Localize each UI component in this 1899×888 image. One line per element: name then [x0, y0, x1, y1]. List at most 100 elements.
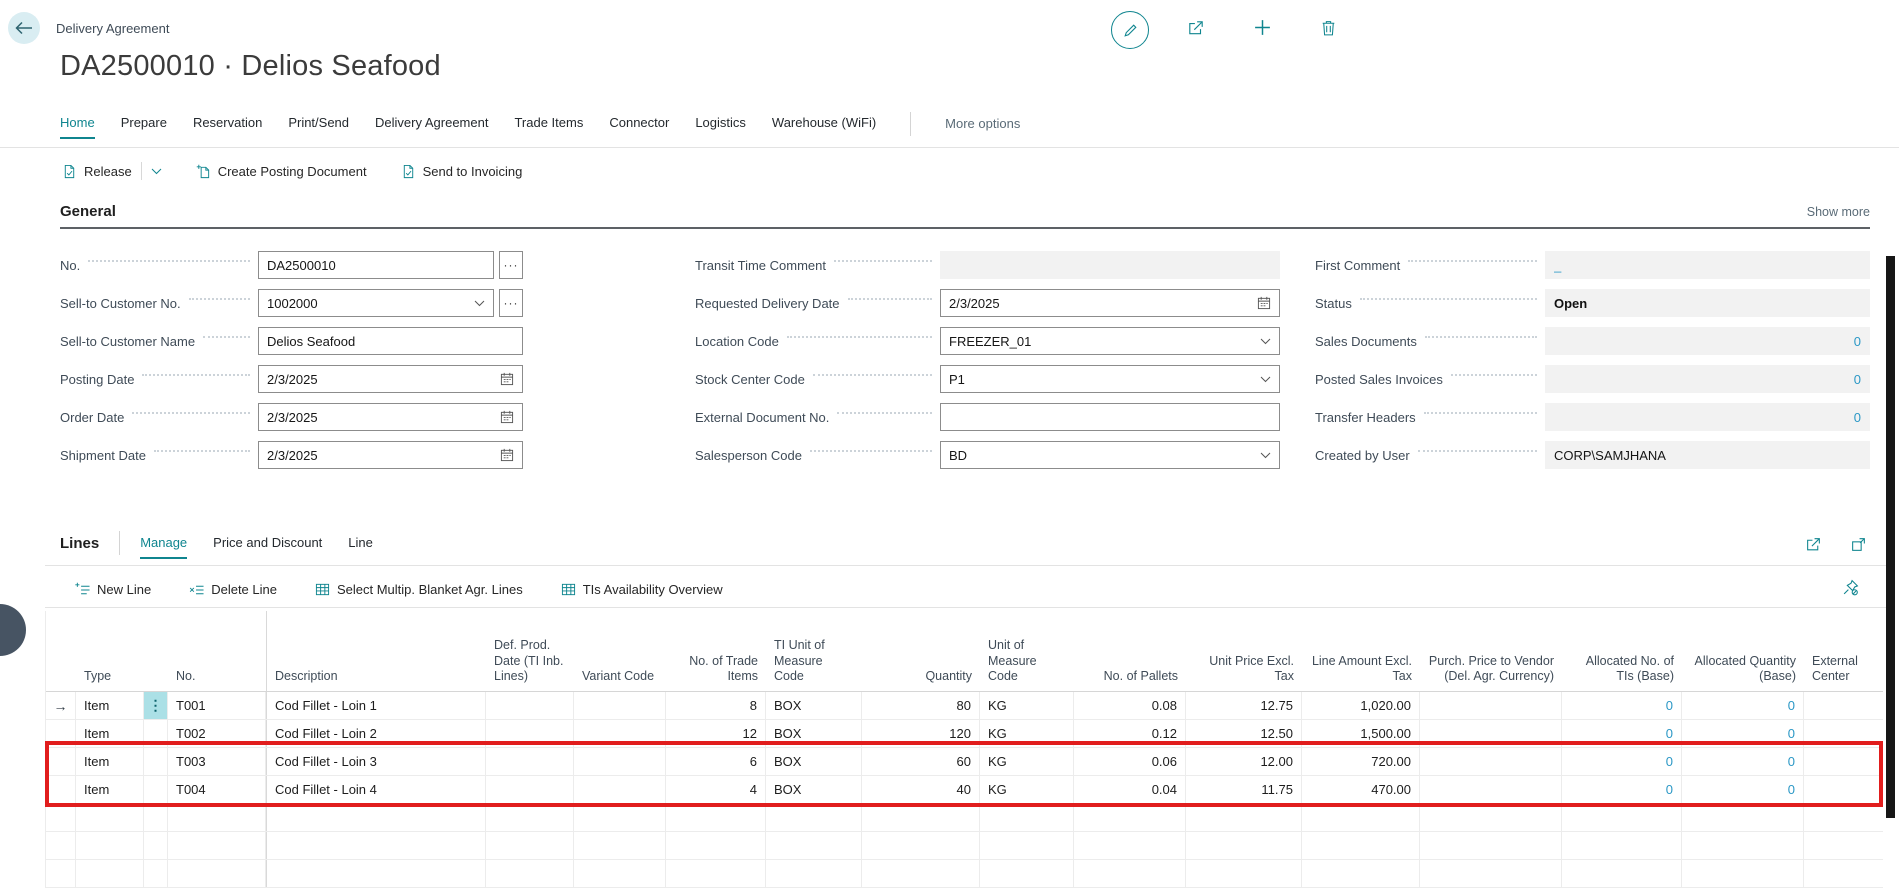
date-picker-button[interactable]: [494, 448, 514, 462]
cell-def_prod[interactable]: [486, 692, 574, 719]
show-more-link[interactable]: Show more: [1807, 205, 1870, 219]
cell-ti_uom[interactable]: BOX: [766, 720, 862, 747]
location-code-field[interactable]: FREEZER_01: [940, 327, 1280, 355]
empty-cell[interactable]: [76, 832, 144, 859]
shipment-date-field[interactable]: 2/3/2025: [258, 441, 523, 469]
cell-line_amount[interactable]: 470.00: [1302, 776, 1420, 803]
cell-ti_uom[interactable]: BOX: [766, 748, 862, 775]
cell-purch_price[interactable]: [1420, 692, 1562, 719]
column-header-trade_items[interactable]: No. of Trade Items: [666, 611, 766, 691]
cell-type[interactable]: Item: [76, 720, 144, 747]
cell-variant[interactable]: [574, 720, 666, 747]
empty-cell[interactable]: [1682, 832, 1804, 859]
column-header-external[interactable]: External Center: [1804, 611, 1883, 691]
empty-cell[interactable]: [1420, 804, 1562, 831]
cell-def_prod[interactable]: [486, 776, 574, 803]
delete-button[interactable]: [1308, 10, 1348, 50]
empty-cell[interactable]: [766, 804, 862, 831]
release-button[interactable]: Release: [62, 164, 132, 179]
cell-quantity[interactable]: 120: [862, 720, 980, 747]
create-posting-document-button[interactable]: Create Posting Document: [196, 164, 367, 179]
cell-alloc_qty[interactable]: 0: [1682, 776, 1804, 803]
cell-pallets[interactable]: 0.08: [1074, 692, 1186, 719]
empty-cell[interactable]: [1186, 832, 1302, 859]
select-multip-blanket-agr-lines-button[interactable]: Select Multip. Blanket Agr. Lines: [315, 582, 523, 597]
requested-delivery-date-field[interactable]: 2/3/2025: [940, 289, 1280, 317]
empty-cell[interactable]: [980, 804, 1074, 831]
date-picker-button[interactable]: [494, 372, 514, 386]
cell-uom[interactable]: KG: [980, 720, 1074, 747]
cell-description[interactable]: Cod Fillet - Loin 4: [266, 776, 486, 803]
cell-quantity[interactable]: 60: [862, 748, 980, 775]
more-options-link[interactable]: More options: [945, 116, 1020, 138]
column-header-pallets[interactable]: No. of Pallets: [1074, 611, 1186, 691]
cell-external[interactable]: [1804, 692, 1883, 719]
cell-trade_items[interactable]: 12: [666, 720, 766, 747]
empty-cell[interactable]: [1562, 832, 1682, 859]
order-date-field[interactable]: 2/3/2025: [258, 403, 523, 431]
back-button[interactable]: [8, 12, 40, 44]
combo-open-button[interactable]: [1254, 452, 1271, 459]
edge-handle[interactable]: [0, 604, 26, 656]
empty-cell[interactable]: [1804, 804, 1883, 831]
empty-cell[interactable]: [1074, 804, 1186, 831]
share-button[interactable]: [1176, 10, 1216, 50]
release-dropdown-button[interactable]: [151, 168, 162, 175]
tab-logistics[interactable]: Logistics: [695, 115, 746, 139]
date-picker-button[interactable]: [494, 410, 514, 424]
cell-unit_price[interactable]: 12.00: [1186, 748, 1302, 775]
empty-cell[interactable]: [1302, 832, 1420, 859]
cell-no[interactable]: T001: [168, 692, 266, 719]
lines-tab-manage[interactable]: Manage: [140, 535, 187, 559]
assist-edit-button[interactable]: ···: [499, 289, 523, 317]
empty-cell[interactable]: [1186, 804, 1302, 831]
cell-def_prod[interactable]: [486, 748, 574, 775]
row-menu[interactable]: [144, 776, 168, 803]
column-header-unit_price[interactable]: Unit Price Excl. Tax: [1186, 611, 1302, 691]
cell-type[interactable]: Item: [76, 748, 144, 775]
column-header-def_prod[interactable]: Def. Prod. Date (TI Inb. Lines): [486, 611, 574, 691]
cell-description[interactable]: Cod Fillet - Loin 1: [266, 692, 486, 719]
external-document-no-field[interactable]: [940, 403, 1280, 431]
cell-alloc_qty[interactable]: 0: [1682, 720, 1804, 747]
cell-purch_price[interactable]: [1420, 720, 1562, 747]
cell-variant[interactable]: [574, 692, 666, 719]
column-header-quantity[interactable]: Quantity: [862, 611, 980, 691]
combo-open-button[interactable]: [1254, 376, 1271, 383]
column-header-alloc_tis[interactable]: Allocated No. of TIs (Base): [1562, 611, 1682, 691]
cell-pallets[interactable]: 0.04: [1074, 776, 1186, 803]
lines-tab-line[interactable]: Line: [348, 535, 373, 559]
cell-description[interactable]: Cod Fillet - Loin 3: [266, 748, 486, 775]
cell-ti_uom[interactable]: BOX: [766, 692, 862, 719]
cell-trade_items[interactable]: 4: [666, 776, 766, 803]
empty-cell[interactable]: [1562, 804, 1682, 831]
salesperson-code-field[interactable]: BD: [940, 441, 1280, 469]
empty-cell[interactable]: [144, 832, 168, 859]
cell-uom[interactable]: KG: [980, 776, 1074, 803]
cell-ti_uom[interactable]: BOX: [766, 776, 862, 803]
stock-center-code-field[interactable]: P1: [940, 365, 1280, 393]
share-part-button[interactable]: [1805, 536, 1822, 558]
column-header-line_amount[interactable]: Line Amount Excl. Tax: [1302, 611, 1420, 691]
cell-description[interactable]: Cod Fillet - Loin 2: [266, 720, 486, 747]
cell-alloc_tis[interactable]: 0: [1562, 776, 1682, 803]
cell-line_amount[interactable]: 1,500.00: [1302, 720, 1420, 747]
row-menu[interactable]: [144, 720, 168, 747]
assist-edit-button[interactable]: ···: [499, 251, 523, 279]
cell-uom[interactable]: KG: [980, 748, 1074, 775]
column-header-ti_uom[interactable]: TI Unit of Measure Code: [766, 611, 862, 691]
empty-cell[interactable]: [46, 832, 76, 859]
sell-to-customer-name-field[interactable]: Delios Seafood: [258, 327, 523, 355]
cell-type[interactable]: Item: [76, 692, 144, 719]
cell-line_amount[interactable]: 720.00: [1302, 748, 1420, 775]
cell-quantity[interactable]: 80: [862, 692, 980, 719]
cell-purch_price[interactable]: [1420, 748, 1562, 775]
cell-purch_price[interactable]: [1420, 776, 1562, 803]
cell-external[interactable]: [1804, 748, 1883, 775]
tab-warehouse-wifi[interactable]: Warehouse (WiFi): [772, 115, 876, 139]
cell-alloc_tis[interactable]: 0: [1562, 692, 1682, 719]
empty-cell[interactable]: [1682, 804, 1804, 831]
empty-cell[interactable]: [766, 832, 862, 859]
focus-mode-button[interactable]: [1850, 536, 1867, 558]
cell-alloc_tis[interactable]: 0: [1562, 720, 1682, 747]
